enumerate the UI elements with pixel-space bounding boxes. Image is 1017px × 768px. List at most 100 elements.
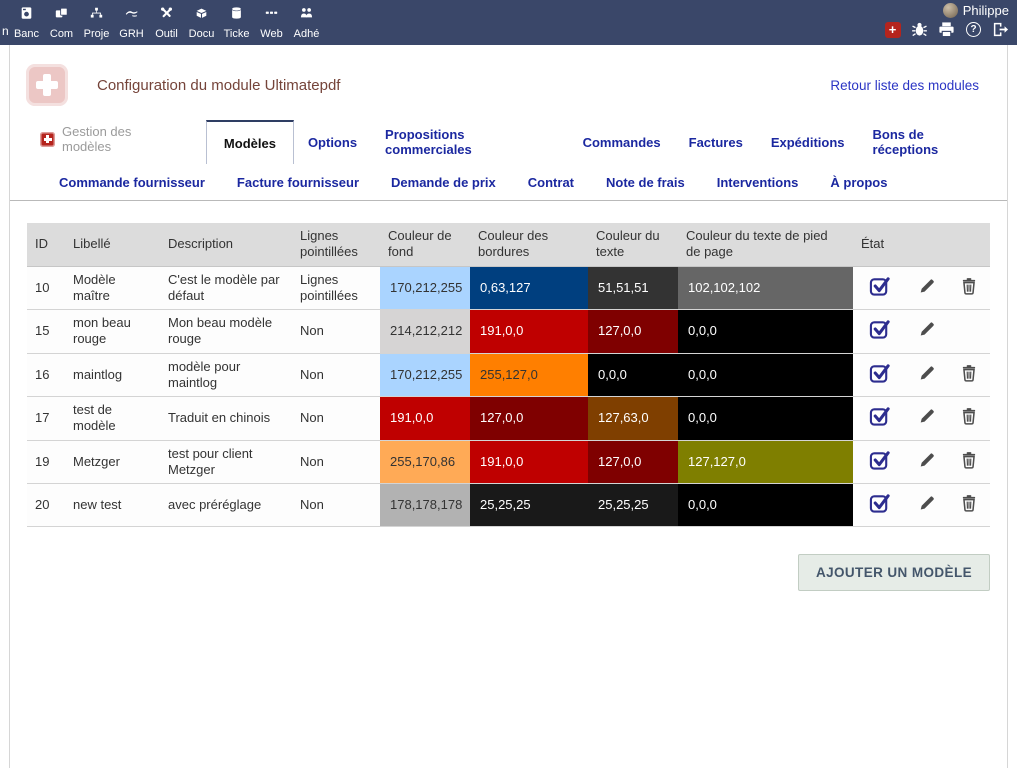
tab-bons-de-receptions[interactable]: Bons de réceptions (859, 120, 1007, 164)
tab-options[interactable]: Options (294, 120, 371, 164)
navbar-right: Philippe + ? (884, 0, 1017, 45)
user-menu[interactable]: Philippe (884, 3, 1009, 18)
cell-couleur-texte: 127,0,0 (588, 310, 678, 354)
table-row: 20new testavec préréglageNon178,178,1782… (27, 484, 990, 527)
tab-modeles[interactable]: Modèles (206, 120, 294, 164)
help-icon[interactable]: ? (965, 21, 982, 38)
cell-couleur-fond: 170,212,255 (380, 353, 470, 397)
menu-item-documents[interactable]: Docu (184, 0, 219, 40)
header-couleur-texte: Couleur du texte (588, 223, 678, 266)
printer-icon[interactable] (938, 21, 955, 38)
etat-checkbox[interactable] (869, 449, 891, 471)
cell-delete (948, 484, 990, 527)
delete-trash-icon[interactable] (960, 494, 978, 512)
edit-pencil-icon[interactable] (918, 364, 936, 382)
tab-note-de-frais[interactable]: Note de frais (590, 164, 701, 200)
back-to-modules-link[interactable]: Retour liste des modules (830, 78, 979, 93)
table-row: 17test de modèleTraduit en chinoisNon191… (27, 397, 990, 441)
cell-etat (853, 310, 906, 354)
bug-icon[interactable] (911, 21, 928, 38)
cell-libelle: test de modèle (65, 397, 160, 441)
cell-edit (906, 266, 948, 310)
edit-pencil-icon[interactable] (918, 277, 936, 295)
models-table-body: 10Modèle maîtreC'est le modèle par défau… (27, 266, 990, 527)
hrm-icon (124, 7, 139, 24)
header-lignes-pointillees: Lignes pointillées (292, 223, 380, 266)
cell-id: 10 (27, 266, 65, 310)
edit-pencil-icon[interactable] (918, 407, 936, 425)
menu-item-label: Banc (9, 28, 44, 40)
tab-commande-fournisseur[interactable]: Commande fournisseur (43, 164, 221, 200)
cell-libelle: mon beau rouge (65, 310, 160, 354)
etat-checkbox[interactable] (869, 362, 891, 384)
menu-item-label: Ticke (219, 28, 254, 40)
header-description: Description (160, 223, 292, 266)
ultimatepdf-mini-icon (40, 132, 55, 147)
cell-id: 17 (27, 397, 65, 441)
menu-item-adherents[interactable]: Adhé (289, 0, 324, 40)
cell-couleur-texte: 127,63,0 (588, 397, 678, 441)
tab-contrat[interactable]: Contrat (512, 164, 590, 200)
delete-trash-icon[interactable] (960, 364, 978, 382)
user-name: Philippe (963, 3, 1009, 18)
tab-interventions[interactable]: Interventions (701, 164, 815, 200)
cell-lignes-pointillees: Non (292, 353, 380, 397)
clipped-menu-label: n (2, 0, 9, 38)
cell-couleur-bordures: 191,0,0 (470, 310, 588, 354)
tab-commandes[interactable]: Commandes (569, 120, 675, 164)
etat-checkbox[interactable] (869, 405, 891, 427)
edit-pencil-icon[interactable] (918, 494, 936, 512)
tab-demande-de-prix[interactable]: Demande de prix (375, 164, 512, 200)
cell-couleur-bordures: 127,0,0 (470, 397, 588, 441)
menu-item-web[interactable]: Web (254, 0, 289, 40)
cell-etat (853, 353, 906, 397)
menu-item-label: Web (254, 28, 289, 40)
tab-factures[interactable]: Factures (675, 120, 757, 164)
tab-expeditions[interactable]: Expéditions (757, 120, 859, 164)
page-header: Configuration du module Ultimatepdf Reto… (10, 45, 1007, 120)
cell-id: 20 (27, 484, 65, 527)
cell-couleur-pied-de-page: 0,0,0 (678, 310, 853, 354)
cell-couleur-bordures: 255,127,0 (470, 353, 588, 397)
top-navbar: n Banc Com Proje GRH Outil Docu Ticke (0, 0, 1017, 45)
cell-etat (853, 484, 906, 527)
tab-a-propos[interactable]: À propos (814, 164, 903, 200)
cell-couleur-pied-de-page: 102,102,102 (678, 266, 853, 310)
menu-item-tickets[interactable]: Ticke (219, 0, 254, 40)
delete-trash-icon[interactable] (960, 407, 978, 425)
edit-pencil-icon[interactable] (918, 451, 936, 469)
menu-item-outils[interactable]: Outil (149, 0, 184, 40)
cell-couleur-bordures: 191,0,0 (470, 440, 588, 484)
bank-icon (19, 7, 34, 24)
menu-item-label: Outil (149, 28, 184, 40)
etat-checkbox[interactable] (869, 275, 891, 297)
menu-item-commerce[interactable]: Com (44, 0, 79, 40)
table-row: 10Modèle maîtreC'est le modèle par défau… (27, 266, 990, 310)
avatar (943, 3, 958, 18)
delete-trash-icon[interactable] (960, 451, 978, 469)
tabs-group-label: Gestion des modèles (40, 120, 184, 164)
cell-description: C'est le modèle par défaut (160, 266, 292, 310)
cell-description: Mon beau modèle rouge (160, 310, 292, 354)
website-icon (264, 7, 279, 24)
tab-facture-fournisseur[interactable]: Facture fournisseur (221, 164, 375, 200)
menu-item-projets[interactable]: Proje (79, 0, 114, 40)
tab-propositions-commerciales[interactable]: Propositions commerciales (371, 120, 569, 164)
menu-item-grh[interactable]: GRH (114, 0, 149, 40)
commerce-icon (54, 7, 69, 24)
add-model-button[interactable]: AJOUTER UN MODÈLE (798, 554, 990, 591)
edit-pencil-icon[interactable] (918, 320, 936, 338)
delete-trash-icon[interactable] (960, 277, 978, 295)
projects-icon (89, 7, 104, 24)
cell-couleur-fond: 191,0,0 (380, 397, 470, 441)
logout-icon[interactable] (992, 21, 1009, 38)
cell-couleur-pied-de-page: 127,127,0 (678, 440, 853, 484)
menu-item-banque[interactable]: Banc (9, 0, 44, 40)
header-etat: État (853, 223, 906, 266)
tabs-row-1: Gestion des modèles Modèles Options Prop… (10, 120, 1007, 164)
ultimatepdf-quickadd-icon[interactable]: + (884, 21, 901, 38)
etat-checkbox[interactable] (869, 492, 891, 514)
etat-checkbox[interactable] (869, 318, 891, 340)
cell-delete (948, 310, 990, 354)
table-row: 19Metzgertest pour client MetzgerNon255,… (27, 440, 990, 484)
